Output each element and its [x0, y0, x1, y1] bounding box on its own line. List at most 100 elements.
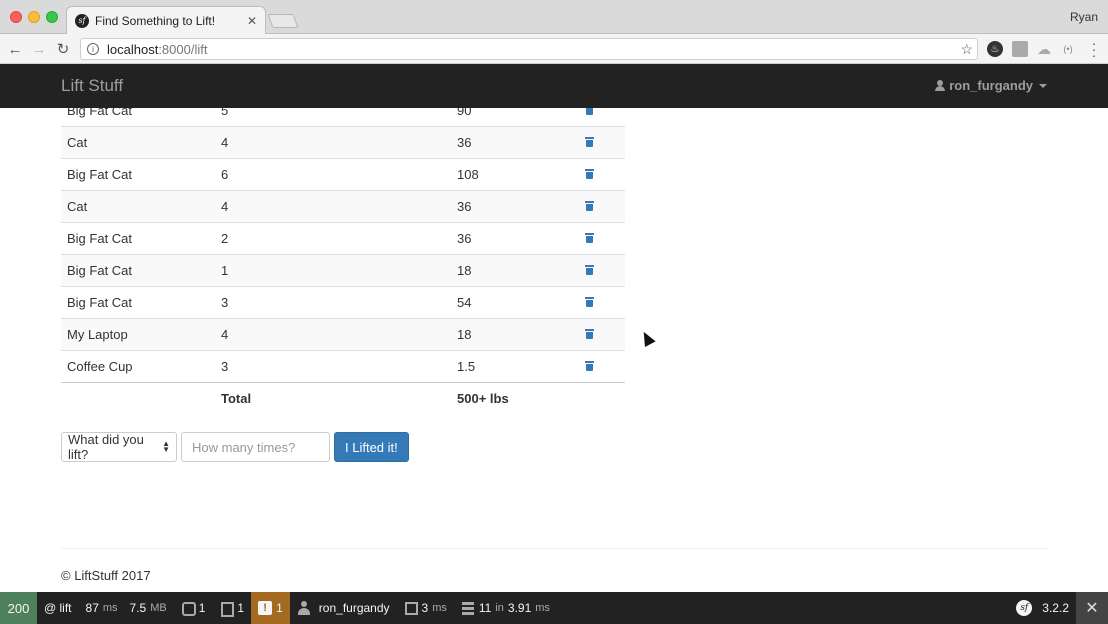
reload-icon[interactable]: ↻: [53, 39, 73, 59]
row-weight: 54: [451, 286, 579, 319]
table-row: Cat 4 36: [61, 190, 625, 223]
profile-name[interactable]: Ryan: [1070, 10, 1098, 24]
browser-tab-bar: sf Find Something to Lift! ✕ Ryan: [0, 0, 1108, 34]
app-navbar: Lift Stuff ron_furgandy: [0, 64, 1108, 108]
lift-item-select[interactable]: What did you lift? ▲ ▼: [61, 432, 177, 462]
warnings-panel[interactable]: ! 1: [251, 592, 290, 624]
twig-panel[interactable]: 3 ms: [397, 592, 454, 624]
row-reps: 1: [215, 254, 451, 287]
toolbar-close-icon[interactable]: ✕: [1076, 592, 1108, 624]
row-weight: 36: [451, 222, 579, 255]
footer-divider: [61, 548, 1048, 549]
footer-copyright: © LiftStuff 2017: [61, 568, 151, 583]
trash-icon[interactable]: [585, 265, 594, 275]
requests-panel[interactable]: 1: [174, 592, 213, 624]
db-time: 3.91: [507, 601, 532, 615]
row-reps: 4: [215, 318, 451, 351]
row-item: Cat: [61, 190, 215, 223]
row-delete-cell: [579, 318, 625, 351]
row-reps: 4: [215, 190, 451, 223]
person-icon: [297, 601, 311, 615]
symfony-debug-toolbar: 200 @ lift 87 ms 7.5 MB 1 1 ! 1 ron_furg…: [0, 592, 1108, 624]
trash-icon[interactable]: [585, 108, 594, 115]
security-user: ron_furgandy: [318, 601, 390, 615]
row-item: Big Fat Cat: [61, 108, 215, 127]
symfony-version: 3.2.2: [1042, 601, 1069, 615]
time-value: 87: [85, 601, 99, 615]
status-code-badge[interactable]: 200: [0, 592, 37, 624]
route-name: @ lift: [44, 601, 72, 615]
user-dropdown[interactable]: ron_furgandy: [935, 78, 1047, 93]
row-delete-cell: [579, 350, 625, 383]
row-weight: 108: [451, 158, 579, 191]
total-empty-cell: [61, 382, 215, 415]
row-item: Coffee Cup: [61, 350, 215, 383]
row-weight: 36: [451, 126, 579, 159]
trash-icon[interactable]: [585, 361, 594, 371]
lifted-it-button[interactable]: I Lifted it!: [334, 432, 409, 462]
row-delete-cell: [579, 286, 625, 319]
time-panel[interactable]: 87 ms 7.5 MB: [79, 592, 174, 624]
route-panel[interactable]: @ lift: [37, 592, 79, 624]
memory-value: 7.5: [129, 601, 147, 615]
requests-count: 1: [198, 601, 206, 615]
select-arrows-icon: ▲ ▼: [162, 439, 170, 454]
extension-flame-icon[interactable]: ♨: [987, 41, 1003, 57]
row-weight: 18: [451, 254, 579, 287]
minimize-window-button[interactable]: [28, 11, 40, 23]
caret-down-icon: [1039, 83, 1047, 88]
trash-icon[interactable]: [585, 233, 594, 243]
bookmark-star-icon[interactable]: ☆: [960, 41, 973, 58]
forward-arrow-icon[interactable]: →: [29, 39, 49, 59]
info-icon[interactable]: i: [87, 43, 99, 55]
tab-close-icon[interactable]: ✕: [247, 14, 257, 28]
trash-icon[interactable]: [585, 329, 594, 339]
table-row: Cat 4 36: [61, 126, 625, 159]
lift-table: Big Fat Cat 5 90 Cat 4 36 Big Fat Cat 6 108 Cat 4 3…: [61, 108, 625, 415]
row-reps: 2: [215, 222, 451, 255]
extension-braces-icon[interactable]: (•): [1060, 41, 1076, 57]
row-delete-cell: [579, 254, 625, 287]
mouse-cursor-icon: [638, 329, 656, 347]
row-delete-cell: [579, 190, 625, 223]
brand-link[interactable]: Lift Stuff: [61, 76, 123, 96]
browser-tab-active[interactable]: sf Find Something to Lift! ✕: [66, 6, 266, 34]
back-arrow-icon[interactable]: ←: [5, 39, 25, 59]
row-reps: 3: [215, 286, 451, 319]
select-value: What did you lift?: [68, 432, 144, 462]
address-bar[interactable]: i localhost:8000/lift ☆: [80, 38, 978, 60]
reps-input[interactable]: [181, 432, 330, 462]
extension-square-icon[interactable]: [1012, 41, 1028, 57]
database-panel[interactable]: 11 in 3.91 ms: [454, 592, 557, 624]
new-tab-button[interactable]: [267, 14, 299, 28]
row-delete-cell: [579, 222, 625, 255]
forms-panel[interactable]: 1: [212, 592, 251, 624]
page-content: Big Fat Cat 5 90 Cat 4 36 Big Fat Cat 6 108 Cat 4 3…: [0, 108, 1108, 592]
trash-icon[interactable]: [585, 297, 594, 307]
browser-toolbar: ← → ↻ i localhost:8000/lift ☆ ♨ ☁ (•) · ·…: [0, 34, 1108, 64]
row-weight: 1.5: [451, 350, 579, 383]
trash-icon[interactable]: [585, 201, 594, 211]
row-delete-cell: [579, 108, 625, 127]
row-reps: 4: [215, 126, 451, 159]
row-item: Big Fat Cat: [61, 254, 215, 287]
security-panel[interactable]: ron_furgandy: [290, 592, 397, 624]
warnings-count: 1: [276, 601, 283, 615]
trash-icon[interactable]: [585, 169, 594, 179]
extension-cloud-icon[interactable]: ☁: [1036, 41, 1052, 57]
row-reps: 6: [215, 158, 451, 191]
trash-icon[interactable]: [585, 137, 594, 147]
symfony-version-panel[interactable]: sf 3.2.2: [1009, 592, 1076, 624]
table-total-row: Total 500+ lbs: [61, 382, 625, 415]
close-window-button[interactable]: [10, 11, 22, 23]
twig-icon: [404, 601, 418, 615]
lift-form: What did you lift? ▲▼ I Lifted it!: [61, 432, 409, 462]
browser-menu-icon[interactable]: · · ·: [1088, 36, 1100, 62]
table-row: Big Fat Cat 2 36: [61, 222, 625, 255]
url-host: localhost: [107, 41, 159, 57]
user-name: ron_furgandy: [949, 78, 1033, 93]
maximize-window-button[interactable]: [46, 11, 58, 23]
table-row: Big Fat Cat 6 108: [61, 158, 625, 191]
row-item: Big Fat Cat: [61, 158, 215, 191]
table-row: Coffee Cup 3 1.5: [61, 350, 625, 383]
